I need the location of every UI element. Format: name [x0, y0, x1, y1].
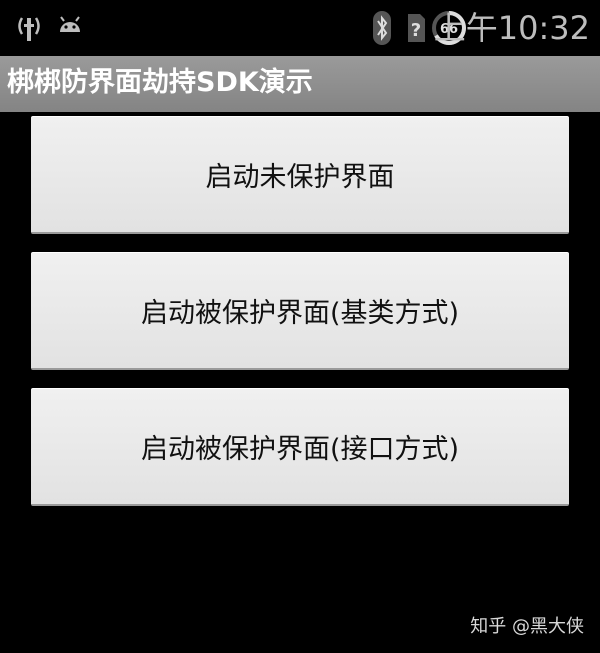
status-time: 上午10:32	[433, 9, 590, 47]
status-bar: ? 66 上午10:32	[0, 0, 600, 56]
launch-unprotected-label: 启动未保护界面	[205, 162, 395, 193]
launch-protected-base-label: 启动被保护界面(基类方式)	[140, 298, 460, 329]
svg-text:?: ?	[411, 20, 421, 41]
usb-debug-icon	[16, 14, 42, 42]
android-icon	[58, 14, 82, 42]
launch-protected-interface-button[interactable]: 启动被保护界面(接口方式)	[31, 388, 569, 506]
app-title-bar: 梆梆防界面劫持SDK演示	[0, 56, 600, 112]
no-sim-icon: ?	[406, 12, 426, 44]
launch-protected-interface-label: 启动被保护界面(接口方式)	[140, 434, 460, 465]
launch-protected-base-button[interactable]: 启动被保护界面(基类方式)	[31, 252, 569, 370]
launch-unprotected-button[interactable]: 启动未保护界面	[31, 116, 569, 234]
app-title: 梆梆防界面劫持SDK演示	[7, 67, 313, 98]
watermark: 知乎 @黑大侠	[470, 616, 584, 637]
bluetooth-icon	[372, 10, 392, 46]
